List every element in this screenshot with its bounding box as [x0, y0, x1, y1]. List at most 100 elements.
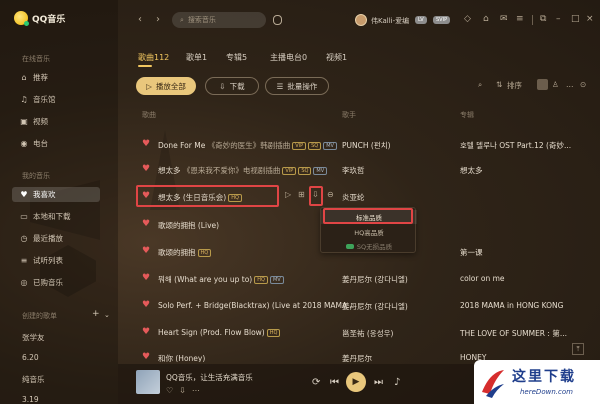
close-icon[interactable]: ×	[586, 14, 594, 24]
playlist-item[interactable]: 张学友	[22, 332, 45, 343]
column-header-song[interactable]: 歌曲	[142, 110, 156, 120]
skin-shirt-icon[interactable]: ⌂	[483, 14, 489, 24]
more-options-icon[interactable]: ⊖	[327, 190, 334, 199]
song-album[interactable]: 第一课	[460, 247, 483, 258]
sidebar-item-radio[interactable]: ◉ 电台	[12, 136, 100, 151]
mv-tag[interactable]: MV	[323, 142, 337, 150]
vip-diamond-icon[interactable]: ◇	[464, 14, 471, 24]
song-title[interactable]: 和你 (Honey)	[158, 353, 205, 362]
sidebar-item-purchased[interactable]: ◎ 已购音乐	[12, 275, 100, 290]
song-artist[interactable]: 姜丹尼尔 (강다니엘)	[342, 301, 408, 312]
more-icon[interactable]: ⊙	[580, 80, 586, 89]
avatar[interactable]	[355, 14, 367, 26]
playlist-item[interactable]: 3.19	[22, 395, 39, 404]
more-icon[interactable]: ⋯	[192, 386, 206, 395]
next-icon[interactable]: ⏭	[374, 377, 383, 388]
song-album[interactable]: 호텔 델루나 OST Part.12 (奇妙...	[460, 140, 571, 151]
now-playing-title[interactable]: QQ音乐，让生活充满音乐	[166, 372, 253, 383]
column-header-artist[interactable]: 歌手	[342, 110, 356, 120]
play-all-button[interactable]: ▷ 播放全部	[136, 77, 196, 95]
app-logo[interactable]: QQ音乐	[14, 11, 65, 26]
maximize-icon[interactable]: □	[571, 14, 580, 24]
forward-arrow-icon[interactable]: ›	[156, 14, 160, 25]
menu-icon[interactable]: ≡	[516, 14, 524, 24]
song-artist[interactable]: 姜丹尼尔	[342, 353, 372, 362]
song-artist[interactable]: PUNCH (펀치)	[342, 140, 391, 151]
sidebar-item-recommend[interactable]: ⌂ 推荐	[12, 70, 100, 85]
tab-radio[interactable]: 主播电台0	[270, 52, 307, 63]
back-arrow-icon[interactable]: ‹	[138, 14, 142, 25]
song-artist[interactable]: 姜丹尼尔 (강다니엘)	[342, 274, 408, 285]
chevron-down-icon[interactable]: ⌄	[104, 311, 110, 319]
mini-mode-icon[interactable]: ⧉	[540, 14, 546, 24]
username[interactable]: 伟Kalli-爱编	[371, 16, 409, 26]
sidebar-item-favorites[interactable]: ♥ 我喜欢	[12, 187, 100, 202]
song-title[interactable]: 想太多 《恩来我不爱你》电视剧插曲 VIP SQ MV	[158, 165, 328, 176]
tab-albums[interactable]: 专辑5	[226, 52, 247, 63]
sidebar-item-recent[interactable]: ◷ 最近播放	[12, 231, 100, 246]
table-row[interactable]: ♥ 想太多 《恩来我不爱你》电视剧插曲 VIP SQ MV 李玖哲 想太多	[132, 158, 592, 180]
heart-icon[interactable]: ♥	[142, 219, 150, 229]
heart-icon[interactable]: ♥	[142, 164, 150, 174]
song-title[interactable]: Done For Me 《奇妙的医生》韩剧插曲 VIP SQ MV	[158, 140, 337, 151]
batch-operation-button[interactable]: ☰ 批量操作	[265, 77, 329, 95]
song-artist[interactable]: 炎亚纶	[342, 192, 365, 203]
mail-icon[interactable]: ✉	[500, 14, 508, 24]
sort-button[interactable]: 排序	[507, 80, 522, 91]
tab-songs[interactable]: 歌曲112	[138, 52, 169, 63]
volume-icon[interactable]: ♪	[394, 377, 400, 388]
table-row[interactable]: ♥ Done For Me 《奇妙的医生》韩剧插曲 VIP SQ MV PUNCH (…	[132, 133, 592, 155]
previous-icon[interactable]: ⏮	[330, 377, 339, 388]
add-to-list-icon[interactable]: ⊞	[298, 190, 305, 199]
heart-icon[interactable]: ♥	[142, 327, 150, 337]
mv-tag[interactable]: MV	[313, 167, 328, 175]
column-header-album[interactable]: 专辑	[460, 110, 474, 120]
loop-icon[interactable]: ⟳	[312, 377, 320, 388]
ellipsis-icon[interactable]: …	[566, 80, 574, 89]
table-row[interactable]: ♥ Heart Sign (Prod. Flow Blow) HQ 邕圣祐 (옹성…	[132, 321, 592, 343]
song-artist[interactable]: 李玖哲	[342, 165, 365, 176]
table-row[interactable]: ♥ Solo Perf. + Bridge(Blacktrax) (Live a…	[132, 294, 592, 316]
sidebar-item-music-hall[interactable]: ♫ 音乐馆	[12, 92, 100, 107]
quality-option-sq[interactable]: SQ无损品质	[321, 239, 417, 253]
album-cover[interactable]	[136, 370, 160, 394]
mv-tag[interactable]: MV	[269, 276, 284, 284]
list-view-icon[interactable]	[537, 79, 548, 90]
download-icon[interactable]: ⇩	[179, 386, 192, 395]
heart-icon[interactable]: ♥	[142, 246, 150, 256]
playlist-item[interactable]: 6.20	[22, 353, 39, 362]
heart-outline-icon[interactable]: ♡	[166, 386, 179, 395]
heart-icon[interactable]: ♥	[142, 139, 150, 149]
search-in-list-icon[interactable]: ⌕	[478, 80, 482, 90]
song-album[interactable]: 2018 MAMA in HONG KONG	[460, 301, 563, 310]
playlist-item[interactable]: 纯音乐	[22, 374, 45, 385]
tab-playlists[interactable]: 歌单1	[186, 52, 207, 63]
table-row[interactable]: ♥ 뭐해 (What are you up to) HQ MV 姜丹尼尔 (강다니엘…	[132, 267, 592, 289]
sort-icon[interactable]: ⇅	[496, 80, 502, 89]
song-artist[interactable]: 邕圣祐 (옹성우)	[342, 328, 393, 339]
heart-icon[interactable]: ♥	[142, 273, 150, 283]
song-title[interactable]: 歌颂的拥抱 HQ	[158, 247, 212, 258]
sidebar-item-local-download[interactable]: ▭ 本地和下载	[12, 209, 100, 224]
heart-icon[interactable]: ♥	[142, 300, 150, 310]
song-title[interactable]: Heart Sign (Prod. Flow Blow) HQ	[158, 328, 281, 337]
quality-option-hq[interactable]: HQ高品质	[321, 225, 417, 239]
add-playlist-icon[interactable]: +	[92, 309, 100, 319]
song-album[interactable]: 想太多	[460, 165, 483, 176]
song-title[interactable]: 歌颂的拥抱 (Live)	[158, 220, 219, 231]
song-title[interactable]: Solo Perf. + Bridge(Blacktrax) (Live at …	[158, 301, 354, 310]
minimize-icon[interactable]: –	[556, 14, 561, 24]
tab-videos[interactable]: 视频1	[326, 52, 347, 63]
heart-icon[interactable]: ♥	[142, 352, 150, 362]
song-album[interactable]: color on me	[460, 274, 505, 283]
scroll-to-top-icon[interactable]: ⤒	[572, 343, 584, 355]
sidebar-item-video[interactable]: ▣ 视频	[12, 114, 100, 129]
play-pause-button[interactable]: ▶	[346, 372, 366, 392]
search-input[interactable]: ⌕ 搜索音乐	[172, 12, 266, 28]
download-button[interactable]: ⇩ 下载	[205, 77, 259, 95]
microphone-icon[interactable]	[273, 15, 282, 25]
user-icon[interactable]: ♙	[552, 80, 559, 89]
play-row-icon[interactable]: ▷	[285, 190, 291, 199]
song-album[interactable]: THE LOVE OF SUMMER : 第...	[460, 328, 567, 339]
sidebar-item-preview-list[interactable]: ≡ 试听列表	[12, 253, 100, 268]
